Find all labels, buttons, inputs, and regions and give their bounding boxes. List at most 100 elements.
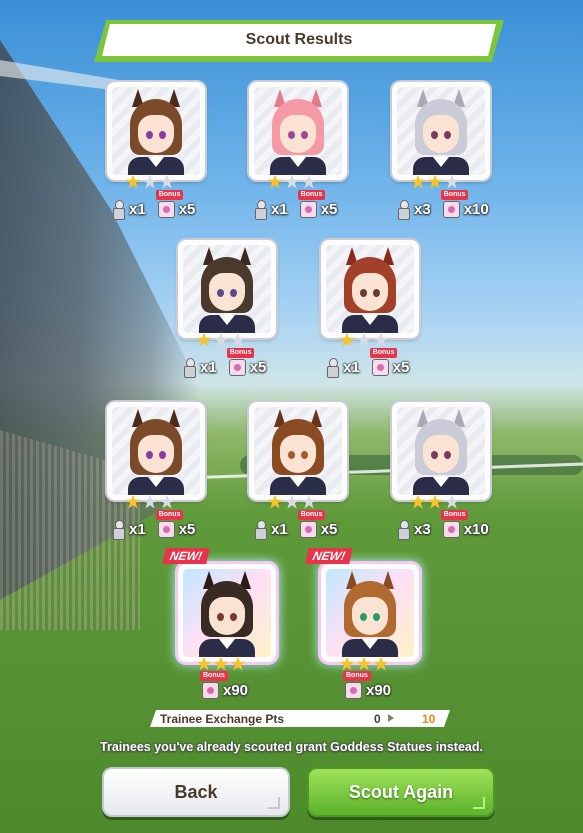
trainee-eye: [217, 613, 224, 621]
rarity-stars: [410, 494, 460, 510]
trainee-face: [138, 115, 174, 153]
star-icon: [267, 494, 283, 509]
bonus-wrap: Bonus: [297, 509, 326, 538]
bonus-tag: Bonus: [200, 671, 228, 681]
reward-row: x1 Bonus x5: [111, 509, 195, 540]
trainee-portrait: [340, 247, 400, 333]
rarity-stars: [339, 656, 389, 672]
back-button[interactable]: Back: [102, 767, 290, 817]
memory-piece-icon: [202, 682, 219, 699]
exchange-points-bar: Trainee Exchange Pts 0 10: [150, 710, 450, 727]
statue-count: x1: [129, 520, 146, 538]
goddess-statue-icon: [182, 358, 196, 378]
trainee-card-background: [254, 407, 342, 495]
trainee-face: [209, 273, 245, 311]
piece-count: x5: [320, 200, 338, 218]
trainee-card[interactable]: [107, 82, 205, 180]
star-icon: [427, 494, 443, 509]
header-banner: Scout Results: [94, 20, 504, 62]
rarity-stars: [196, 656, 246, 672]
star-icon: [410, 494, 426, 509]
trainee-card[interactable]: [178, 240, 276, 338]
trainee-eye: [230, 289, 237, 297]
trainee-card[interactable]: [178, 564, 276, 662]
header-plate: Scout Results: [102, 24, 496, 56]
goddess-statue-icon: [396, 200, 410, 220]
trainee-card-background: [397, 407, 485, 495]
new-badge: NEW!: [162, 548, 210, 564]
rarity-stars: [267, 174, 317, 190]
trainee-face: [352, 597, 388, 635]
memory-piece-icon: [442, 520, 460, 538]
trainee-card[interactable]: [392, 402, 490, 500]
star-icon: [230, 656, 246, 671]
trainee-card[interactable]: [321, 564, 419, 662]
trainee-eye: [159, 131, 166, 139]
trainee-portrait: [197, 247, 257, 333]
star-icon: [301, 174, 317, 189]
trainee-card[interactable]: [321, 240, 419, 338]
bonus-wrap: Bonus: [369, 347, 398, 376]
reward-row: x1 Bonus x5: [253, 509, 337, 540]
star-icon: [373, 656, 389, 671]
scout-results-screen: Scout Results x1 Bonus x5 x1 Bonus x5 x3 Bonus x…: [0, 0, 583, 833]
star-icon: [159, 174, 175, 189]
memory-piece-icon: [157, 200, 175, 218]
trainee-eye: [301, 131, 308, 139]
bonus-tag: Bonus: [155, 189, 184, 200]
trainee-eye: [288, 131, 295, 139]
bonus-tag: Bonus: [155, 509, 184, 520]
memory-piece-icon: [345, 682, 362, 699]
trainee-card[interactable]: [107, 402, 205, 500]
star-icon: [142, 174, 158, 189]
trainee-card[interactable]: [392, 82, 490, 180]
star-icon: [125, 174, 141, 189]
bonus-tag: Bonus: [226, 347, 255, 358]
bonus-tag: Bonus: [297, 509, 326, 520]
scout-again-button[interactable]: Scout Again: [307, 767, 495, 817]
new-badge: NEW!: [305, 548, 353, 564]
star-icon: [267, 174, 283, 189]
goddess-statue-icon: [253, 520, 267, 540]
trainee-face: [280, 435, 316, 473]
trainee-eye: [373, 613, 380, 621]
goddess-statue-icon: [396, 520, 410, 540]
exchange-points-from: 0: [374, 711, 381, 726]
reward-row: x3 Bonus x10: [396, 189, 489, 220]
trainee-card-background: [112, 407, 200, 495]
trainee-eye: [360, 289, 367, 297]
trainee-card-background: [254, 87, 342, 175]
back-button-label: Back: [174, 781, 218, 802]
piece-count: x90: [223, 682, 249, 699]
statue-count: x1: [271, 520, 288, 538]
trainee-eye: [444, 451, 451, 459]
star-icon: [142, 494, 158, 509]
star-icon: [444, 174, 460, 189]
trainee-portrait: [268, 89, 328, 175]
bonus-tag: Bonus: [369, 347, 398, 358]
star-icon: [230, 332, 246, 347]
star-icon: [196, 656, 212, 671]
trainee-card-background: [397, 87, 485, 175]
bonus-wrap: Bonus: [200, 671, 228, 699]
star-icon: [284, 494, 300, 509]
statue-count: x3: [414, 520, 431, 538]
reward-row: Bonus x90: [200, 671, 249, 699]
trainee-eye: [146, 131, 153, 139]
trainee-card[interactable]: [249, 82, 347, 180]
trainee-face: [352, 273, 388, 311]
bonus-tag: Bonus: [440, 189, 469, 200]
bonus-wrap: Bonus: [440, 189, 469, 218]
trainee-portrait: [126, 89, 186, 175]
statue-count: x1: [271, 200, 288, 218]
statue-count: x1: [200, 358, 217, 376]
trainee-eye: [230, 613, 237, 621]
reward-row: x3 Bonus x10: [396, 509, 489, 540]
memory-piece-icon: [371, 358, 389, 376]
trainee-card[interactable]: [249, 402, 347, 500]
rarity-stars: [410, 174, 460, 190]
trainee-eye: [431, 451, 438, 459]
piece-count: x10: [463, 200, 489, 218]
star-icon: [159, 494, 175, 509]
arrow-right-icon: [388, 714, 394, 722]
